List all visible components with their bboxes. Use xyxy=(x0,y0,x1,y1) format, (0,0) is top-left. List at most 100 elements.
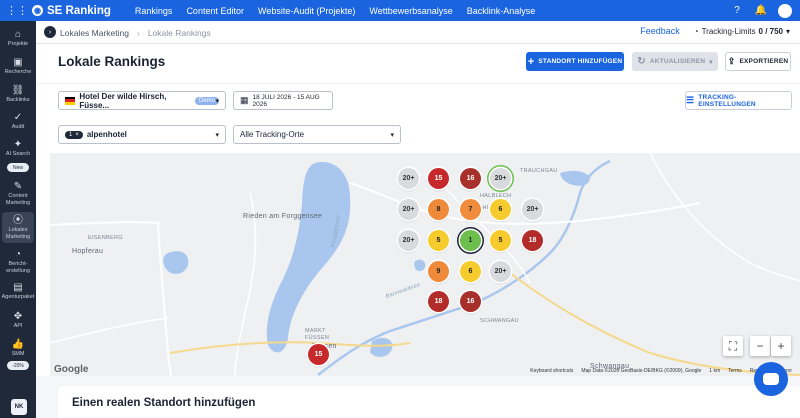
close-icon[interactable]: × xyxy=(75,132,79,138)
map-scale: 1 km xyxy=(709,368,721,374)
location-select[interactable]: Alle Tracking-Orte ▾ xyxy=(233,125,401,144)
ranking-pin[interactable]: 18 xyxy=(428,291,449,312)
feedback-link[interactable]: Feedback xyxy=(640,26,680,36)
thumbs-up-icon: 👍 xyxy=(11,339,25,350)
sidebar-item-audit[interactable]: ✓ Audit xyxy=(0,112,36,131)
report-icon: ◔ xyxy=(14,249,22,260)
add-location-button[interactable]: + STANDORT HINZUFÜGEN xyxy=(526,52,624,71)
apps-grid-icon[interactable]: ⋮⋮ xyxy=(6,4,28,17)
ranking-pin[interactable]: 20+ xyxy=(490,261,511,282)
ranking-pin[interactable]: 5 xyxy=(490,230,511,251)
date-range-value: 18 JULI 2026 - 15 AUG 2026 xyxy=(252,93,320,108)
terms-link[interactable]: Terms xyxy=(728,368,742,374)
sidebar-item-agency-pack[interactable]: ▤ Agenturpaket xyxy=(0,282,36,301)
user-avatar[interactable] xyxy=(778,3,792,18)
sidebar-item-ai-search[interactable]: ✦ AI Search xyxy=(0,139,36,158)
ranking-pin[interactable]: 1 xyxy=(460,230,481,251)
sidebar-item-backlinks[interactable]: ⛓ Backlinks xyxy=(0,85,36,104)
sidebar-item-content-marketing[interactable]: ✎ Content Marketing xyxy=(0,181,36,206)
ranking-pin[interactable]: 8 xyxy=(428,199,449,220)
nav-competitor-analysis[interactable]: Wettbewerbsanalyse xyxy=(369,6,452,16)
sidebar-item-research[interactable]: ▣ Recherche xyxy=(0,57,36,76)
map-footer: Keyboard shortcuts Map Data ©2026 GeoBas… xyxy=(50,366,800,376)
ranking-pin[interactable]: 7 xyxy=(460,199,481,220)
plus-icon: + xyxy=(527,55,535,68)
sparkle-icon: ✦ xyxy=(13,139,23,150)
ranking-pin[interactable]: 9 xyxy=(428,261,449,282)
ranking-pin[interactable]: 5 xyxy=(428,230,449,251)
tracking-limits-value: 0 / 750 xyxy=(758,26,783,36)
edit-icon: ✎ xyxy=(13,181,23,192)
germany-flag-icon xyxy=(65,96,76,105)
api-icon: ✥ xyxy=(13,311,23,322)
ranking-pin[interactable]: 16 xyxy=(460,168,481,189)
zoom-in-button[interactable]: + xyxy=(771,336,791,356)
tracking-settings-button[interactable]: ☰ TRACKING-EINSTELLUNGEN xyxy=(685,91,792,110)
brand-name: SE Ranking xyxy=(47,4,111,17)
breadcrumb: Lokales Marketing › Lokale Rankings xyxy=(60,28,211,38)
account-avatar[interactable]: NK xyxy=(11,399,27,415)
ranking-pin[interactable]: 20+ xyxy=(398,230,419,251)
ranking-pin[interactable]: 20+ xyxy=(398,199,419,220)
map-label: Rieden am Forggensee xyxy=(243,213,323,220)
page-title: Lokale Rankings xyxy=(58,54,166,69)
map-label: FÜSSEN xyxy=(305,335,330,341)
top-bar: ⋮⋮ ◉ SE Ranking Rankings Content Editor … xyxy=(0,0,800,21)
building-icon: ▤ xyxy=(13,282,23,293)
keyboard-shortcuts-link[interactable]: Keyboard shortcuts xyxy=(530,368,573,374)
map-label: EISENBERG xyxy=(88,235,123,241)
fullscreen-icon[interactable]: ⛶ xyxy=(723,336,743,356)
ranking-pin[interactable]: 15 xyxy=(308,344,329,365)
export-button[interactable]: ⇪ EXPORTIEREN xyxy=(725,52,791,71)
nav-website-audit[interactable]: Website-Audit (Projekte) xyxy=(258,6,355,16)
nav-content-editor[interactable]: Content Editor xyxy=(186,6,244,16)
home-icon: ⌂ xyxy=(14,29,22,40)
chat-bubble-icon xyxy=(763,373,779,385)
ranking-pin[interactable]: 6 xyxy=(490,199,511,220)
rankings-map[interactable]: Rieden am Forggensee Hopferau Füssen Sch… xyxy=(50,153,800,376)
collapse-sidebar-icon[interactable]: › xyxy=(44,26,56,38)
chevron-down-icon: ▾ xyxy=(215,131,219,139)
map-background xyxy=(50,153,800,376)
keyword-count-chip: 1 × xyxy=(65,130,83,139)
breadcrumb-separator-icon: › xyxy=(136,28,140,38)
map-label: SCHWANGAU xyxy=(480,318,519,324)
location-value: Alle Tracking-Orte xyxy=(240,130,305,139)
map-attribution: Map Data ©2026 GeoBasis-DE/BKG (©2009), … xyxy=(581,368,702,374)
location-pin-icon: ⦿ xyxy=(13,215,23,226)
business-select[interactable]: Hotel Der wilde Hirsch, Füsse... Demo ▾ xyxy=(58,91,226,110)
sidebar-item-smm[interactable]: 👍 SMM xyxy=(0,339,36,358)
brand-logo[interactable]: ◉ SE Ranking xyxy=(32,5,111,17)
nav-backlink-analysis[interactable]: Backlink-Analyse xyxy=(467,6,536,16)
ranking-pin[interactable]: 20+ xyxy=(398,168,419,189)
date-range-picker[interactable]: ▦ 18 JULI 2026 - 15 AUG 2026 xyxy=(233,91,333,110)
tracking-limits[interactable]: ◔ Tracking-Limits 0 / 750 ▾ xyxy=(694,27,790,36)
calendar-icon: ▦ xyxy=(240,95,249,105)
ranking-pin[interactable]: 20+ xyxy=(490,168,511,189)
breadcrumb-local-marketing[interactable]: Lokales Marketing xyxy=(60,28,129,38)
business-name: Hotel Der wilde Hirsch, Füsse... xyxy=(79,91,167,110)
chevron-down-icon: ▾ xyxy=(709,58,713,66)
ranking-pin[interactable]: 18 xyxy=(522,230,543,251)
ranking-pin[interactable]: 15 xyxy=(428,168,449,189)
map-label: MARKT xyxy=(305,328,326,334)
keyword-value: alpenhotel xyxy=(86,130,127,139)
sidebar-item-projects[interactable]: ⌂ Projekte xyxy=(0,29,36,48)
new-badge: New xyxy=(7,163,29,172)
sidebar-item-api[interactable]: ✥ API xyxy=(0,311,36,330)
sidebar-item-reporting[interactable]: ◔ Bericht-erstellung xyxy=(0,249,36,274)
refresh-button[interactable]: ↻ AKTUALISIEREN ▾ xyxy=(632,52,718,71)
research-icon: ▣ xyxy=(13,57,23,68)
sidebar-item-local-marketing[interactable]: ⦿ Lokales Marketing xyxy=(2,212,34,243)
chat-widget-button[interactable] xyxy=(754,362,788,396)
chevron-down-icon: ▾ xyxy=(390,131,394,139)
bell-icon[interactable]: 🔔 xyxy=(754,4,768,18)
zoom-out-button[interactable]: − xyxy=(750,336,770,356)
nav-rankings[interactable]: Rankings xyxy=(135,6,173,16)
ranking-pin[interactable]: 16 xyxy=(460,291,481,312)
ranking-pin[interactable]: 20+ xyxy=(522,199,543,220)
ranking-pin[interactable]: 6 xyxy=(460,261,481,282)
gauge-icon: ◔ xyxy=(693,26,699,36)
help-icon[interactable]: ? xyxy=(730,4,744,18)
keyword-select[interactable]: 1 × alpenhotel ▾ xyxy=(58,125,226,144)
